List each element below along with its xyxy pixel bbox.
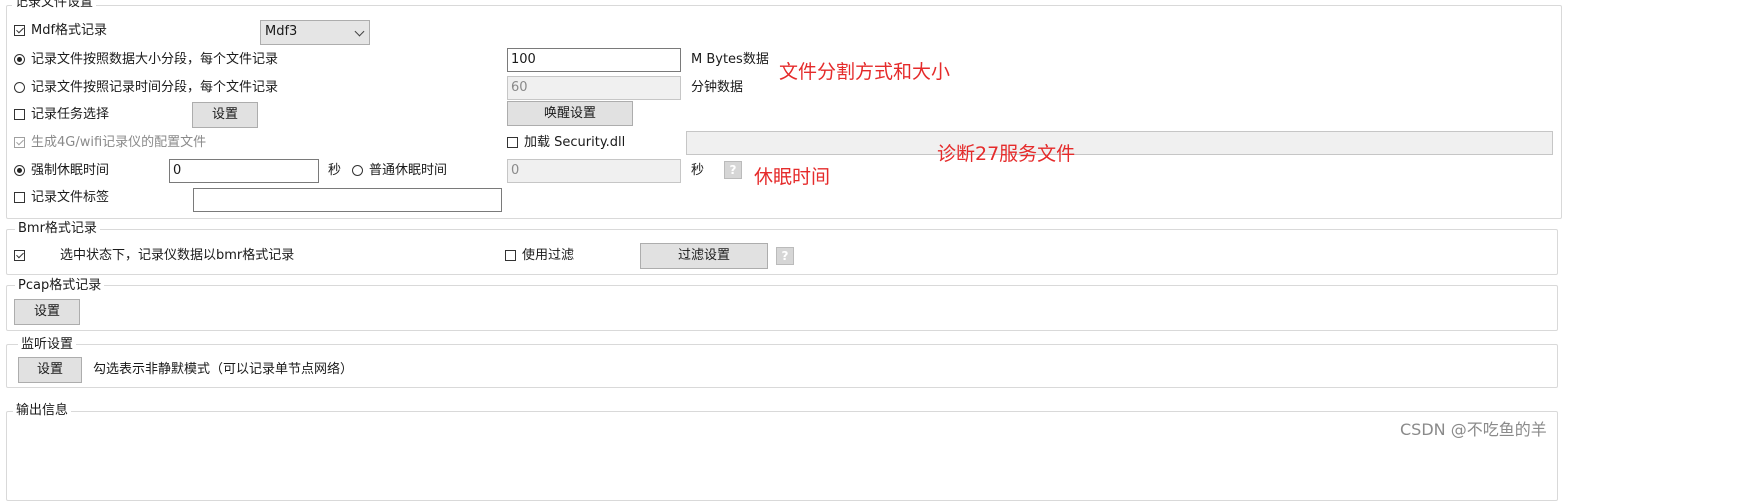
task-select-checkbox-row[interactable]: 记录任务选择 <box>14 106 109 124</box>
filter-settings-button[interactable]: 过滤设置 <box>640 243 768 269</box>
mdf-label: Mdf格式记录 <box>31 23 108 38</box>
pcap-group <box>6 285 1558 331</box>
monitor-title: 监听设置 <box>18 337 77 353</box>
split-by-time-radio[interactable] <box>14 82 25 93</box>
normal-sleep-radio-row[interactable]: 普通休眠时间 <box>352 162 447 180</box>
mdf-checkbox-row[interactable]: Mdf格式记录 <box>14 22 107 40</box>
forced-sleep-label: 强制休眠时间 <box>31 163 110 178</box>
file-tag-input[interactable] <box>193 188 502 212</box>
mdf-version-select[interactable]: Mdf3 <box>260 20 370 45</box>
load-security-checkbox-row[interactable]: 加载 Security.dll <box>507 134 625 152</box>
gen-config-checkbox-row[interactable]: 生成4G/wifi记录仪的配置文件 <box>14 134 206 152</box>
use-filter-label: 使用过滤 <box>522 248 575 263</box>
normal-sleep-radio[interactable] <box>352 165 363 176</box>
split-time-input[interactable]: 60 <box>507 76 681 100</box>
monitor-desc: 勾选表示非静默模式（可以记录单节点网络） <box>93 362 354 377</box>
normal-sleep-label: 普通休眠时间 <box>369 163 448 178</box>
use-filter-checkbox[interactable] <box>505 250 516 261</box>
bmr-desc: 选中状态下，记录仪数据以bmr格式记录 <box>60 248 295 263</box>
chevron-down-icon <box>354 26 365 37</box>
gen-config-checkbox[interactable] <box>14 137 25 148</box>
split-size-unit: M Bytes数据 <box>691 52 769 67</box>
forced-sleep-radio[interactable] <box>14 165 25 176</box>
pcap-settings-button[interactable]: 设置 <box>14 299 80 325</box>
annotation-split: 文件分割方式和大小 <box>779 61 951 83</box>
bmr-title: Bmr格式记录 <box>15 221 100 237</box>
load-security-checkbox[interactable] <box>507 137 518 148</box>
task-select-label: 记录任务选择 <box>31 107 110 122</box>
file-tag-checkbox[interactable] <box>14 192 25 203</box>
gen-config-label: 生成4G/wifi记录仪的配置文件 <box>31 135 207 150</box>
annotation-sleep: 休眠时间 <box>754 166 831 188</box>
csdn-watermark: CSDN @不吃鱼的羊 <box>1400 420 1547 439</box>
file-tag-checkbox-row[interactable]: 记录文件标签 <box>14 189 109 207</box>
load-security-label: 加载 Security.dll <box>524 135 626 150</box>
output-group <box>6 411 1558 501</box>
file-tag-label: 记录文件标签 <box>31 190 110 205</box>
wakeup-settings-button[interactable]: 唤醒设置 <box>507 101 633 126</box>
split-by-time-radio-row[interactable]: 记录文件按照记录时间分段，每个文件记录 <box>14 79 278 97</box>
bmr-checkbox[interactable] <box>14 250 25 261</box>
split-by-size-label: 记录文件按照数据大小分段，每个文件记录 <box>31 52 279 67</box>
normal-sleep-input[interactable]: 0 <box>507 159 681 183</box>
mdf-checkbox[interactable] <box>14 25 25 36</box>
split-time-unit: 分钟数据 <box>691 80 744 95</box>
record-settings-title: 记录文件设置 <box>12 0 97 11</box>
output-title: 输出信息 <box>13 403 72 419</box>
help-icon[interactable]: ? <box>776 247 794 265</box>
security-path-input[interactable] <box>686 131 1553 155</box>
forced-sleep-unit: 秒 <box>328 163 342 178</box>
mdf-version-value: Mdf3 <box>265 24 298 39</box>
task-select-checkbox[interactable] <box>14 109 25 120</box>
monitor-settings-button[interactable]: 设置 <box>18 357 82 383</box>
task-settings-button[interactable]: 设置 <box>192 102 258 128</box>
use-filter-checkbox-row[interactable]: 使用过滤 <box>505 247 574 265</box>
bmr-checkbox-row[interactable] <box>14 247 31 265</box>
split-size-input[interactable]: 100 <box>507 48 681 72</box>
annotation-diag: 诊断27服务文件 <box>937 143 1076 165</box>
help-icon[interactable]: ? <box>724 161 742 179</box>
split-by-size-radio[interactable] <box>14 54 25 65</box>
normal-sleep-unit: 秒 <box>691 163 705 178</box>
pcap-title: Pcap格式记录 <box>15 278 105 294</box>
split-by-time-label: 记录文件按照记录时间分段，每个文件记录 <box>31 80 279 95</box>
split-by-size-radio-row[interactable]: 记录文件按照数据大小分段，每个文件记录 <box>14 51 278 69</box>
forced-sleep-input[interactable]: 0 <box>169 159 319 183</box>
forced-sleep-radio-row[interactable]: 强制休眠时间 <box>14 162 109 180</box>
